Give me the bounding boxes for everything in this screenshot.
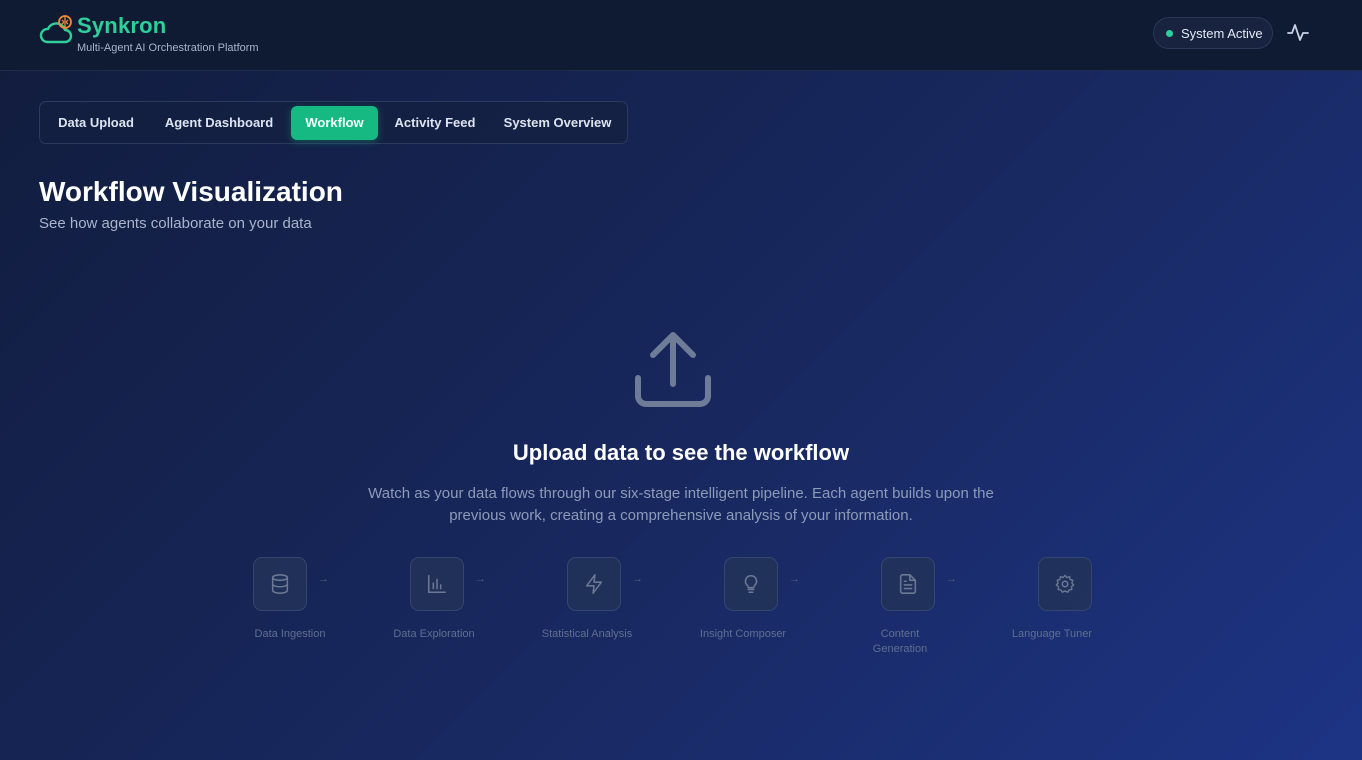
stage-content-generation [881, 557, 935, 611]
app-header: Synkron Multi-Agent AI Orchestration Pla… [0, 0, 1362, 71]
stage-arrow: → [632, 573, 643, 585]
pulse-icon[interactable] [1286, 21, 1310, 43]
empty-state-title: Upload data to see the workflow [512, 440, 850, 465]
document-icon [899, 574, 917, 594]
upload-icon [635, 332, 711, 407]
stage-label: Data Ingestion [254, 628, 326, 640]
status-dot-icon [1166, 29, 1173, 37]
tab-activity-feed[interactable]: Activity Feed [385, 106, 485, 140]
stage-language-tuner [1038, 557, 1092, 611]
tab-workflow[interactable]: Workflow [291, 106, 378, 140]
tab-agent-dashboard[interactable]: Agent Dashboard [154, 106, 284, 140]
stage-arrow: → [789, 573, 800, 585]
page-title: Workflow Visualization [39, 176, 343, 207]
stage-label: Language Tuner [1011, 628, 1093, 640]
database-icon [271, 574, 289, 594]
lightbulb-icon [744, 574, 758, 594]
system-status-badge[interactable]: System Active [1153, 17, 1273, 49]
main-tabs: Data Upload Agent Dashboard Workflow Act… [39, 101, 628, 144]
stage-arrow: → [946, 573, 957, 585]
tab-data-upload[interactable]: Data Upload [46, 106, 146, 140]
stage-statistical-analysis [567, 557, 621, 611]
gear-icon [1055, 574, 1075, 593]
stage-data-exploration [410, 557, 464, 611]
cloud-brain-icon [39, 15, 73, 44]
stage-insight-composer [724, 557, 778, 611]
stage-label: Insight Composer [699, 628, 787, 640]
bar-chart-icon [427, 574, 447, 594]
stage-arrow: → [318, 573, 329, 585]
stage-data-ingestion [253, 557, 307, 611]
empty-state-description: Watch as your data flows through our six… [368, 485, 994, 524]
lightning-icon [585, 574, 603, 594]
page-subtitle: See how agents collaborate on your data [39, 215, 312, 232]
brand-name: Synkron [77, 13, 167, 38]
brand-subtitle: Multi-Agent AI Orchestration Platform [77, 42, 259, 54]
stage-label: Data Exploration [393, 628, 475, 640]
tab-system-overview[interactable]: System Overview [495, 106, 620, 140]
stage-label: Statistical Analysis [541, 628, 633, 640]
stage-arrow: → [475, 573, 486, 585]
stage-label: Content Generation [872, 628, 928, 655]
status-text: System Active [1181, 25, 1263, 41]
